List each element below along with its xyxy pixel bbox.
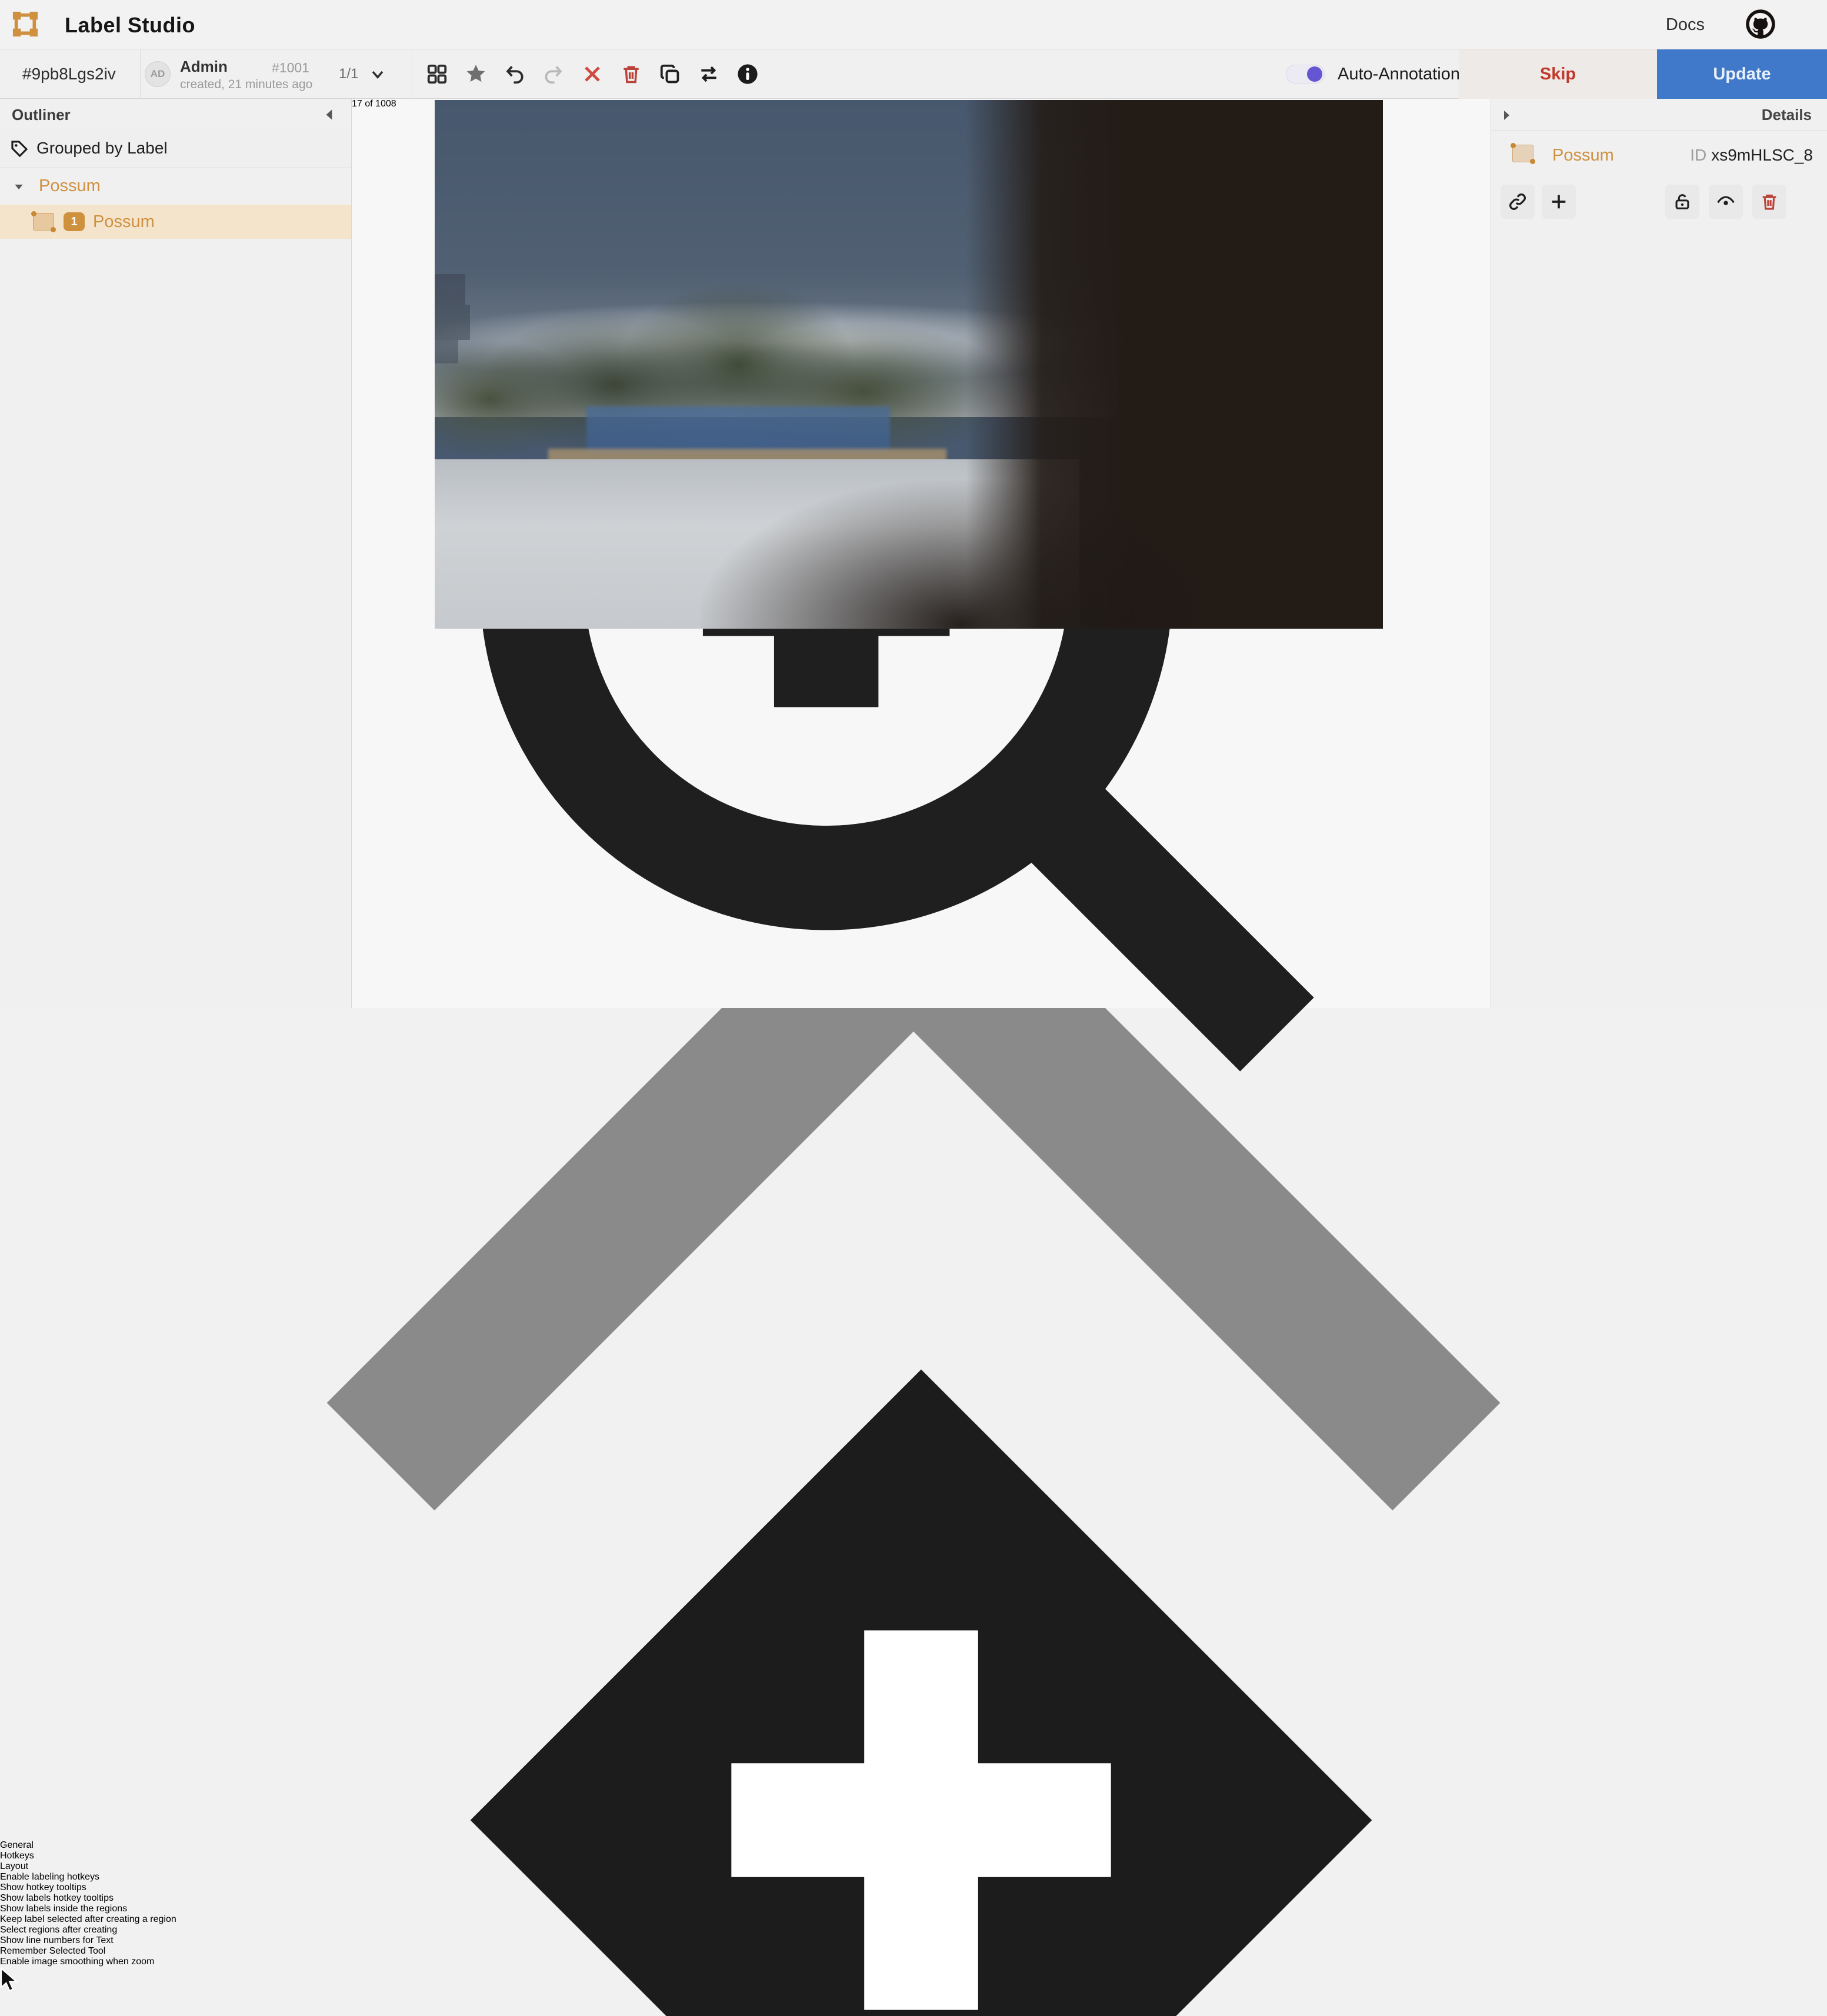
- grid-view-button[interactable]: [425, 62, 449, 86]
- delete-region-button[interactable]: [580, 62, 605, 86]
- region-index-badge: 1: [64, 212, 85, 231]
- undo-button[interactable]: [502, 62, 527, 86]
- visibility-eye-button[interactable]: [1709, 185, 1743, 219]
- user-name: Admin: [180, 58, 228, 76]
- outliner-panel: Outliner Grouped by Label Possum 1 Possu…: [0, 99, 352, 1008]
- region-id: ID xs9mHLSC_8: [1690, 146, 1813, 165]
- caret-down-icon[interactable]: [13, 181, 25, 193]
- toggle-knob: [1307, 66, 1322, 82]
- add-button[interactable]: [1542, 185, 1576, 219]
- chevron-down-icon[interactable]: [368, 65, 387, 84]
- relations-button[interactable]: [696, 62, 721, 86]
- annotation-toolbar: #9pb8Lgs2iv AD Admin #1001 created, 21 m…: [0, 49, 1827, 99]
- mouse-cursor: [0, 1967, 20, 1994]
- keyframe-add-button[interactable]: [352, 1251, 1491, 2016]
- info-button[interactable]: [735, 62, 760, 86]
- annotation-pagination: 1/1: [339, 66, 358, 82]
- tag-icon: [9, 139, 29, 159]
- app-header: Label Studio Docs: [0, 0, 1827, 49]
- workspace: 17 of 1008 00:00:17: [352, 99, 1491, 1008]
- divider: [140, 49, 141, 99]
- app-title: Label Studio: [65, 13, 195, 38]
- region-label: Possum: [93, 212, 155, 232]
- github-icon[interactable]: [1745, 8, 1776, 40]
- task-id[interactable]: #9pb8Lgs2iv: [22, 65, 116, 84]
- docs-link[interactable]: Docs: [1666, 15, 1705, 35]
- details-panel: Details Possum ID xs9mHLSC_8: [1491, 99, 1827, 1008]
- region-shape-icon: [33, 213, 54, 231]
- auto-annotation-control: Auto-Annotation: [1286, 49, 1460, 99]
- details-title: Details: [1762, 106, 1812, 124]
- id-prefix: ID: [1690, 146, 1706, 164]
- region-actions: [1491, 185, 1827, 222]
- label-studio-app: Label Studio Docs #9pb8Lgs2iv AD Admin #…: [0, 0, 1827, 1008]
- region-label: Possum: [1552, 146, 1614, 165]
- toolbar-icon-group: [415, 49, 760, 99]
- selected-region-summary[interactable]: Possum ID xs9mHLSC_8: [1491, 131, 1827, 178]
- relation-link-button[interactable]: [1501, 185, 1535, 219]
- expand-panel-icon[interactable]: [1499, 108, 1513, 122]
- grouping-selector[interactable]: Grouped by Label: [0, 129, 351, 168]
- delete-region-trash-button[interactable]: [1752, 185, 1786, 219]
- playback-buttons: [352, 1251, 1491, 2016]
- annotation-number: #1001: [272, 60, 309, 76]
- id-value: xs9mHLSC_8: [1711, 146, 1813, 164]
- created-timestamp: created, 21 minutes ago: [180, 78, 312, 92]
- duplicate-button[interactable]: [658, 62, 682, 86]
- label-group-row[interactable]: Possum: [0, 168, 351, 205]
- skip-button[interactable]: Skip: [1459, 49, 1657, 99]
- total-frames: 1008: [375, 99, 396, 109]
- region-shape-icon: [1512, 145, 1533, 162]
- star-button[interactable]: [464, 62, 488, 86]
- update-button[interactable]: Update: [1657, 49, 1827, 99]
- delete-all-trash-button[interactable]: [619, 62, 644, 86]
- video-hand: [1022, 333, 1345, 598]
- grouping-label: Grouped by Label: [36, 139, 168, 158]
- auto-annotation-label: Auto-Annotation: [1338, 65, 1460, 84]
- label-studio-logo-icon: [12, 11, 39, 38]
- label-group-name: Possum: [39, 176, 101, 196]
- outliner-title: Outliner: [12, 106, 71, 124]
- region-row-selected[interactable]: 1 Possum: [0, 205, 351, 239]
- auto-annotation-toggle[interactable]: [1286, 65, 1325, 84]
- lock-button[interactable]: [1665, 185, 1699, 219]
- collapse-panel-icon[interactable]: [322, 107, 337, 122]
- current-frame: 17: [352, 99, 362, 109]
- avatar[interactable]: AD: [145, 61, 171, 87]
- video-canvas[interactable]: [435, 100, 1383, 629]
- redo-button[interactable]: [541, 62, 566, 86]
